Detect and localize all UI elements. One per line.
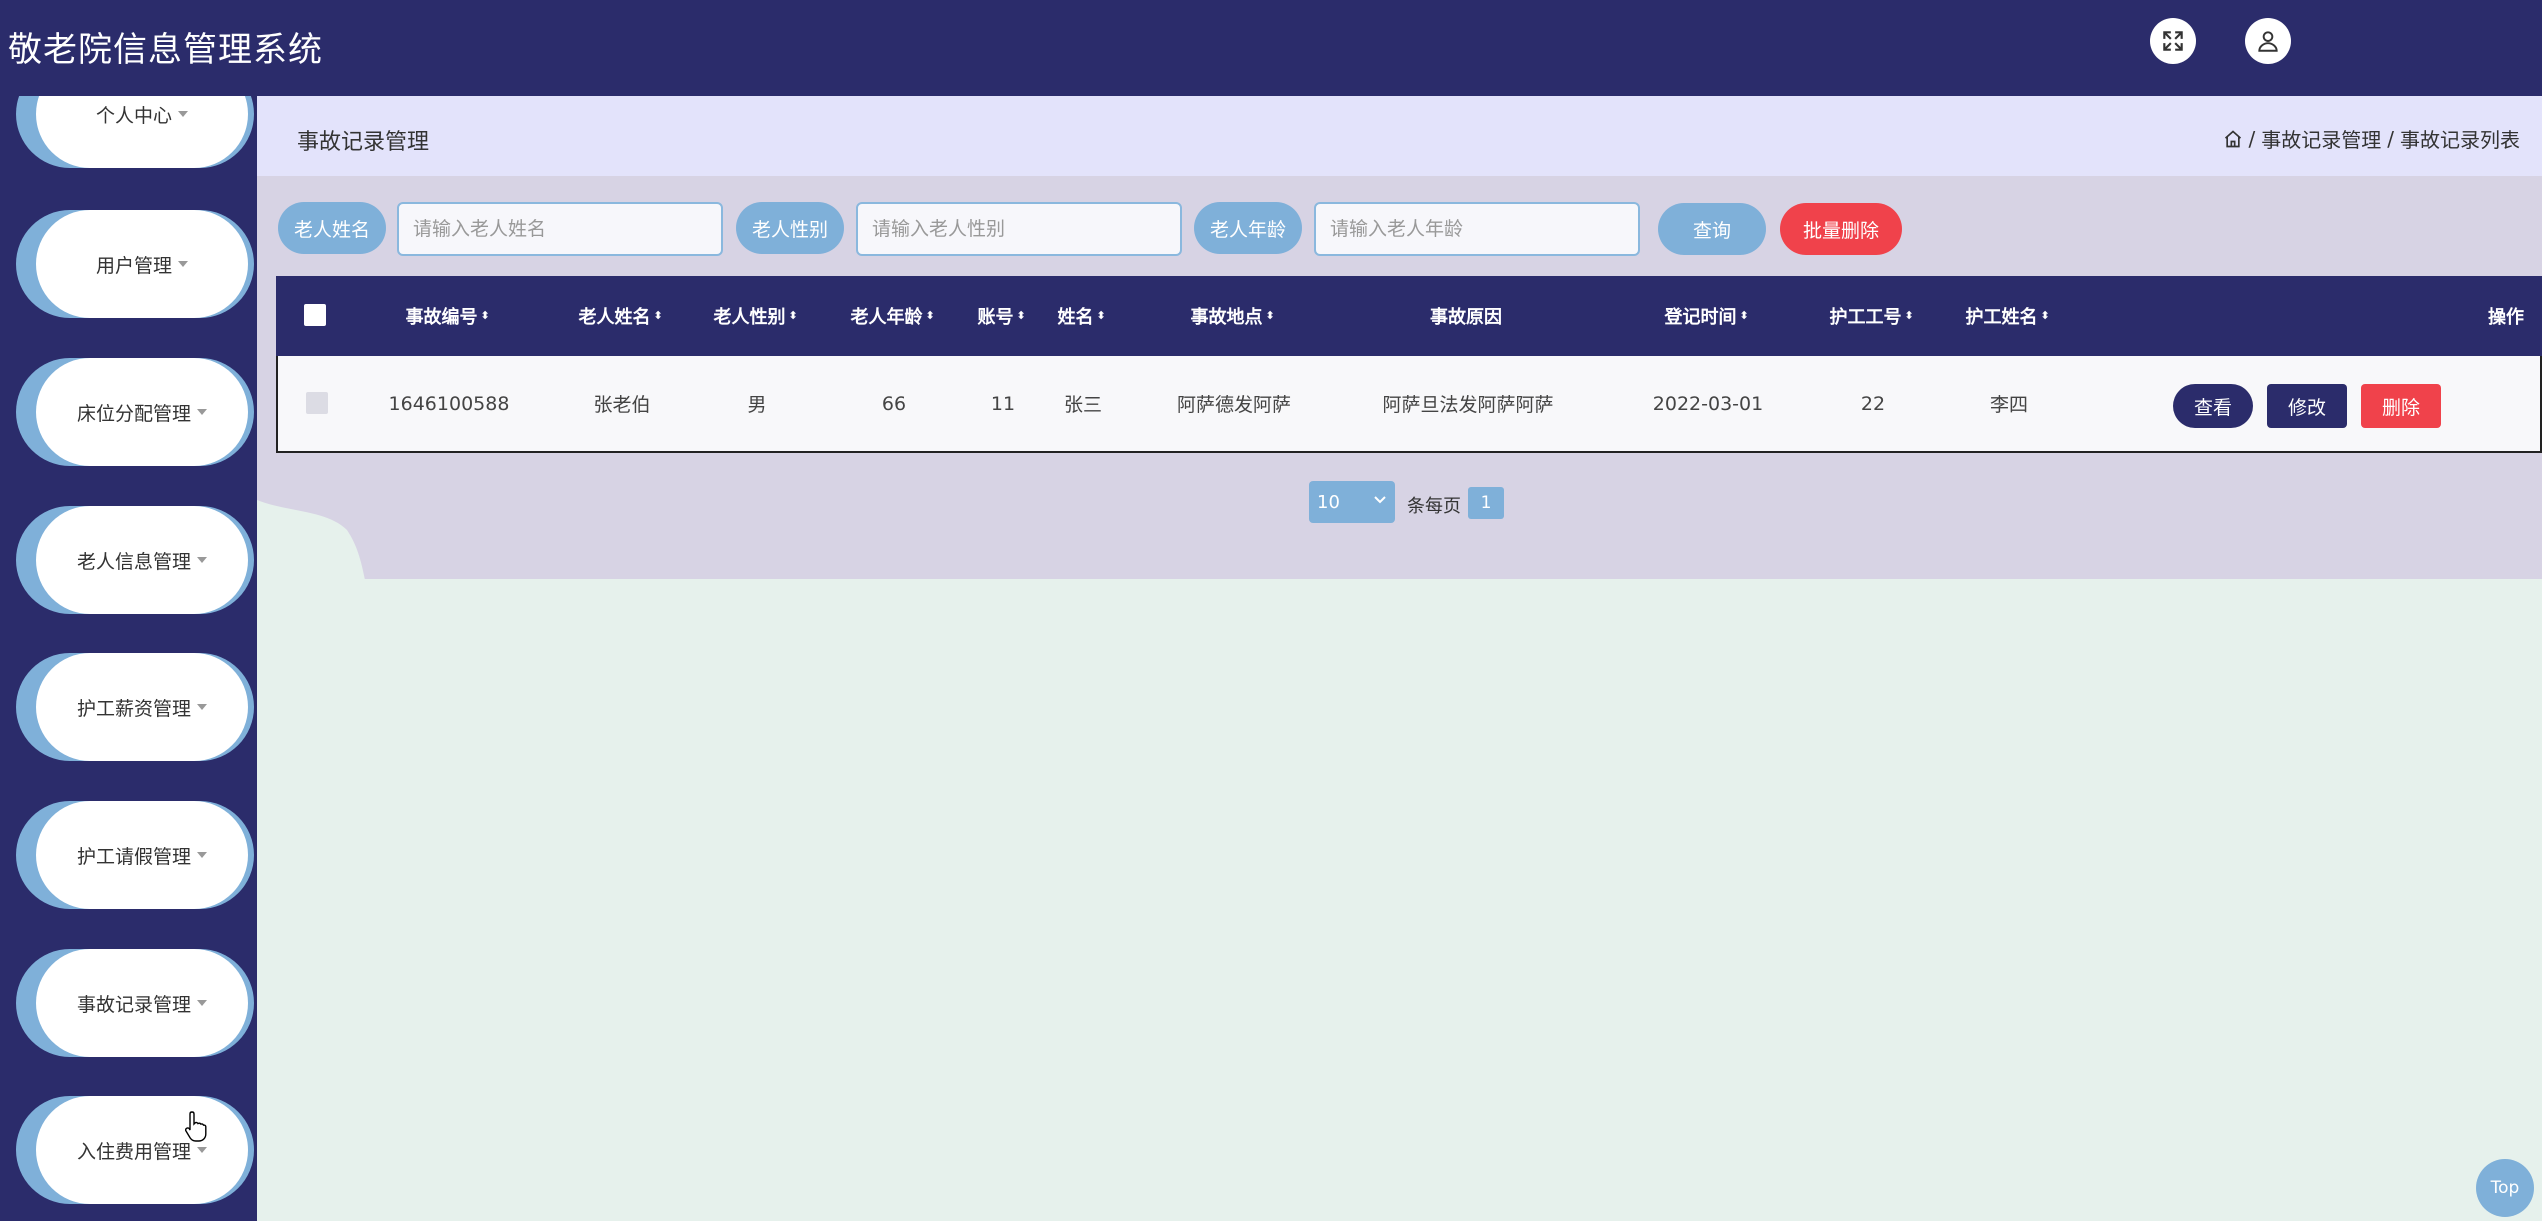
sidebar-item-elder-info[interactable]: 老人信息管理 <box>16 506 254 614</box>
column-header[interactable]: 老人姓名 ⬍ <box>566 276 674 356</box>
cell-caregiver-name: 李四 <box>1989 394 2028 416</box>
user-button[interactable] <box>2245 18 2291 64</box>
caret-down-icon <box>197 704 207 710</box>
sidebar-item-caregiver-salary[interactable]: 护工薪资管理 <box>16 653 254 761</box>
edit-button[interactable]: 修改 <box>2267 384 2347 428</box>
cell-elder-gender: 男 <box>747 394 767 416</box>
table-header: 事故编号 ⬍ 老人姓名 ⬍ 老人性别 ⬍ 老人年龄 ⬍ 账号 ⬍ 姓名 ⬍ 事故地点 ⬍ 事故… <box>276 276 2542 356</box>
caret-down-icon <box>197 852 207 858</box>
sidebar-item-caregiver-leave[interactable]: 护工请假管理 <box>16 801 254 909</box>
decorative-wave <box>257 500 365 580</box>
sort-icon: ⬍ <box>925 309 935 322</box>
sidebar-item-accident-records[interactable]: 事故记录管理 <box>16 949 254 1057</box>
cell-register-time: 2022-03-01 <box>1652 392 1764 415</box>
page-size-value: 10 <box>1317 491 1340 513</box>
per-page-label: 条每页 <box>1407 496 1461 517</box>
caret-down-icon <box>197 1147 207 1153</box>
sort-icon: ⬍ <box>1016 309 1026 322</box>
elder-name-input[interactable] <box>397 202 723 256</box>
page-header: 事故记录管理 / 事故记录管理 / 事故记录列表 <box>257 96 2542 176</box>
fullscreen-icon <box>2163 31 2183 51</box>
sidebar: 个人中心 用户管理 床位分配管理 老人信息管理 护工薪资管理 护工请假管理 事故… <box>0 96 257 1221</box>
sidebar-item-personal-center[interactable]: 个人中心 <box>16 96 254 168</box>
page-size-select[interactable]: 10 <box>1309 481 1395 523</box>
elder-age-label: 老人年龄 <box>1194 202 1302 254</box>
cell-accident-id: 1646100588 <box>388 392 510 415</box>
row-checkbox[interactable] <box>306 392 328 414</box>
sort-icon: ⬍ <box>1904 309 1914 322</box>
caret-down-icon <box>197 409 207 415</box>
cell-elder-age: 66 <box>881 392 907 415</box>
sidebar-item-label: 老人信息管理 <box>76 550 191 573</box>
column-header: 事故原因 <box>1430 307 1502 328</box>
sort-icon: ⬍ <box>653 309 663 322</box>
user-icon <box>2258 31 2278 52</box>
breadcrumb-separator: / <box>2387 126 2394 151</box>
sidebar-item-label: 个人中心 <box>95 104 172 127</box>
column-header[interactable]: 姓名 ⬍ <box>1046 276 1116 356</box>
sidebar-item-bed-allocation[interactable]: 床位分配管理 <box>16 358 254 466</box>
elder-age-input[interactable] <box>1314 202 1640 256</box>
view-button[interactable]: 查看 <box>2173 384 2253 428</box>
sort-icon: ⬍ <box>1265 309 1275 322</box>
elder-name-label: 老人姓名 <box>278 202 386 254</box>
column-header[interactable]: 账号 ⬍ <box>966 276 1036 356</box>
column-header[interactable]: 护工姓名 ⬍ <box>1952 276 2062 356</box>
home-icon[interactable] <box>2223 129 2243 149</box>
caret-down-icon <box>178 261 188 267</box>
sidebar-item-label: 事故记录管理 <box>76 993 191 1016</box>
sidebar-item-label: 用户管理 <box>95 254 172 277</box>
breadcrumb-level2: 事故记录列表 <box>2400 128 2520 152</box>
table-body: 1646100588 张老伯 男 66 11 张三 阿萨德发阿萨 阿萨旦法发阿萨… <box>276 356 2542 453</box>
sidebar-item-label: 床位分配管理 <box>76 402 191 425</box>
top-bar: 敬老院信息管理系统 <box>0 0 2542 96</box>
cell-caregiver-id: 22 <box>1860 392 1886 415</box>
column-header[interactable]: 事故地点 ⬍ <box>1162 276 1302 356</box>
sort-icon: ⬍ <box>2040 309 2050 322</box>
scroll-top-button[interactable]: Top <box>2476 1159 2534 1217</box>
caret-down-icon <box>178 111 188 117</box>
column-header[interactable]: 事故编号 ⬍ <box>386 276 508 356</box>
sort-icon: ⬍ <box>1096 309 1106 322</box>
elder-gender-input[interactable] <box>856 202 1182 256</box>
cell-account: 11 <box>990 392 1016 415</box>
sidebar-item-label: 入住费用管理 <box>76 1140 191 1163</box>
sort-icon: ⬍ <box>1739 309 1749 322</box>
breadcrumb-level1[interactable]: 事故记录管理 <box>2261 124 2381 153</box>
select-all-checkbox[interactable] <box>304 304 326 326</box>
cell-elder-name: 张老伯 <box>593 394 651 416</box>
query-button[interactable]: 查询 <box>1658 203 1766 255</box>
accident-records-table: 事故编号 ⬍ 老人姓名 ⬍ 老人性别 ⬍ 老人年龄 ⬍ 账号 ⬍ 姓名 ⬍ 事故地点 ⬍ 事故… <box>276 276 2542 453</box>
column-header[interactable]: 老人年龄 ⬍ <box>838 276 946 356</box>
sidebar-item-residence-fees[interactable]: 入住费用管理 <box>16 1096 254 1204</box>
breadcrumb-separator: / <box>2248 126 2256 151</box>
cell-accident-location: 阿萨德发阿萨 <box>1176 394 1291 416</box>
sidebar-item-label: 护工请假管理 <box>76 845 191 868</box>
sidebar-item-label: 护工薪资管理 <box>76 697 191 720</box>
batch-delete-button[interactable]: 批量删除 <box>1780 203 1902 255</box>
page-number-current[interactable]: 1 <box>1468 487 1504 519</box>
sidebar-item-user-management[interactable]: 用户管理 <box>16 210 254 318</box>
delete-button[interactable]: 删除 <box>2361 384 2441 428</box>
chevron-down-icon <box>1374 496 1386 504</box>
hand-cursor-icon <box>184 1111 207 1142</box>
column-header: 操作 <box>2488 307 2524 328</box>
app-title: 敬老院信息管理系统 <box>8 30 323 70</box>
column-header[interactable]: 老人性别 ⬍ <box>701 276 809 356</box>
elder-gender-label: 老人性别 <box>736 202 844 254</box>
cell-name: 张三 <box>1063 394 1102 416</box>
caret-down-icon <box>197 557 207 563</box>
sort-icon: ⬍ <box>788 309 798 322</box>
page-title: 事故记录管理 <box>297 130 430 155</box>
fullscreen-button[interactable] <box>2150 18 2196 64</box>
breadcrumb: / 事故记录管理 / 事故记录列表 <box>2223 124 2520 153</box>
caret-down-icon <box>197 1000 207 1006</box>
column-header[interactable]: 护工工号 ⬍ <box>1816 276 1926 356</box>
column-header[interactable]: 登记时间 ⬍ <box>1636 276 1776 356</box>
cell-accident-cause: 阿萨旦法发阿萨阿萨 <box>1382 394 1554 416</box>
sort-icon: ⬍ <box>480 309 490 322</box>
